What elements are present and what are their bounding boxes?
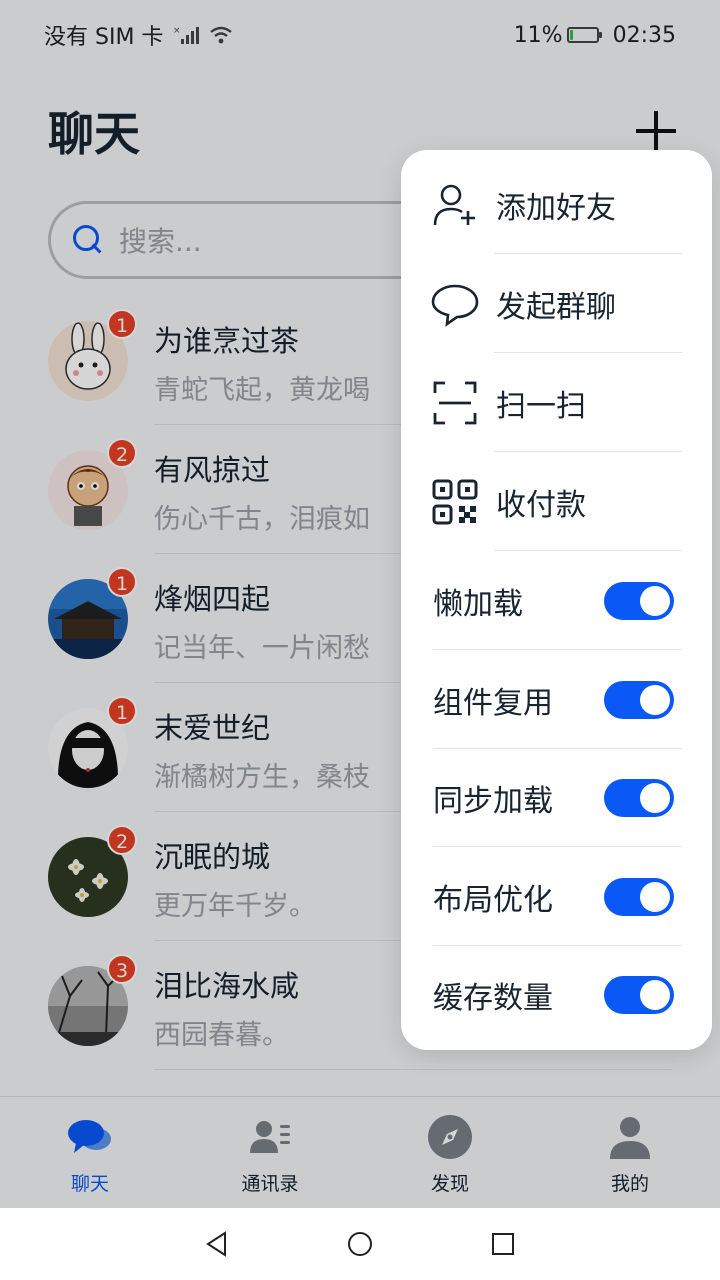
toggle-knob [640, 881, 670, 912]
chat-bubble-icon [431, 284, 479, 327]
qr-code-icon [432, 479, 478, 524]
toggle-label: 同步加载 [433, 783, 553, 819]
scan-icon [433, 381, 477, 424]
menu-item-scan[interactable]: 扫一扫 [401, 353, 712, 452]
back-icon[interactable] [205, 1231, 229, 1257]
toggle-label: 懒加载 [433, 586, 523, 622]
toggle-label: 缓存数量 [433, 980, 553, 1016]
menu-label: 收付款 [496, 487, 586, 523]
system-nav-bar [0, 1208, 720, 1280]
menu-label: 扫一扫 [496, 388, 586, 424]
layout-optimize-toggle[interactable] [604, 877, 674, 916]
menu-item-add-friend[interactable]: 添加好友 [401, 155, 712, 254]
menu-item-payment[interactable]: 收付款 [401, 452, 712, 551]
toggle-label: 布局优化 [433, 882, 553, 918]
component-reuse-toggle[interactable] [604, 680, 674, 719]
menu-item-sync-load: 同步加载 [401, 748, 712, 847]
menu-item-group-chat[interactable]: 发起群聊 [401, 254, 712, 353]
lazy-load-toggle[interactable] [604, 581, 674, 620]
toggle-knob [640, 782, 670, 813]
menu-item-lazy-load: 懒加载 [401, 551, 712, 650]
menu-label: 发起群聊 [496, 289, 616, 325]
menu-label: 添加好友 [496, 190, 616, 226]
toggle-knob [640, 684, 670, 715]
menu-item-cache-count: 缓存数量 [401, 945, 712, 1044]
recents-icon[interactable] [491, 1232, 515, 1256]
sync-load-toggle[interactable] [604, 778, 674, 817]
toggle-label: 组件复用 [433, 685, 553, 721]
menu-item-layout-optimize: 布局优化 [401, 847, 712, 946]
menu-item-component-reuse: 组件复用 [401, 650, 712, 749]
toggle-knob [640, 979, 670, 1010]
cache-count-toggle[interactable] [604, 975, 674, 1014]
popup-menu: 添加好友 发起群聊 扫一扫 收付款 懒加载 组件复用 同步加载 布局优化 缓存数… [401, 150, 712, 1050]
toggle-knob [640, 585, 670, 616]
home-icon[interactable] [347, 1231, 373, 1257]
add-friend-icon [433, 184, 475, 225]
